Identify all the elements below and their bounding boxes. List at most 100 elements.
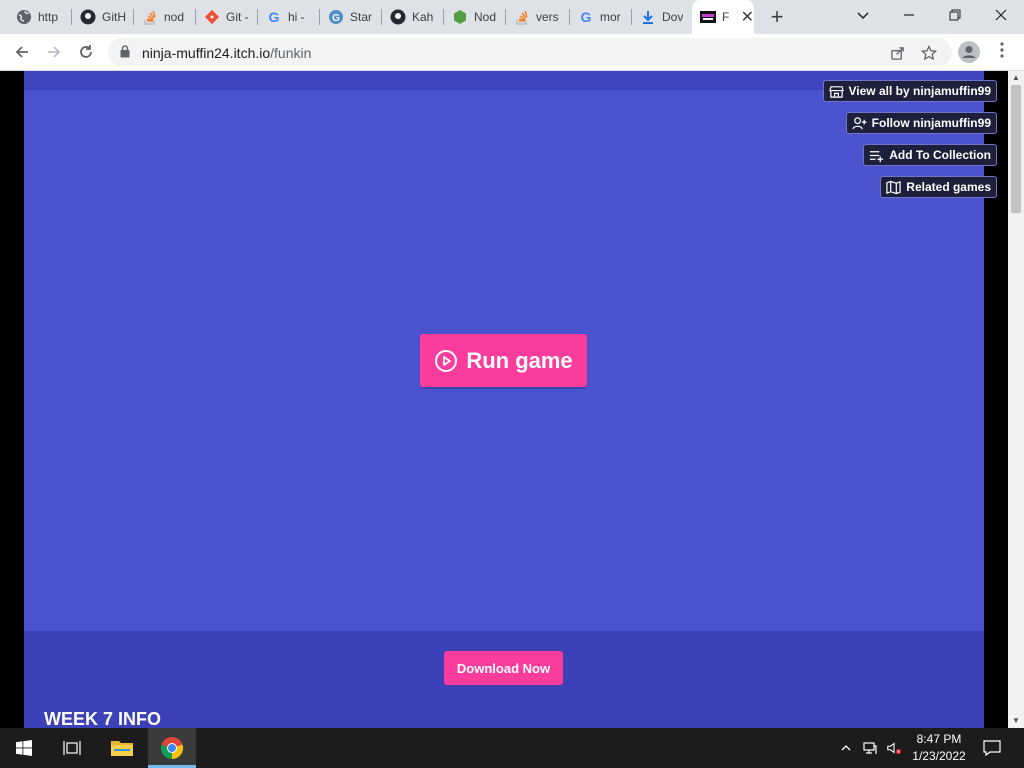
tab-title: Nod: [474, 10, 497, 24]
folder-icon: [111, 741, 133, 756]
download-icon: [640, 9, 656, 25]
browser-tab[interactable]: G Star: [320, 4, 380, 30]
lock-icon[interactable]: [120, 45, 130, 58]
github-icon: [390, 9, 406, 25]
close-icon: [995, 9, 1007, 21]
reload-button[interactable]: [74, 40, 98, 64]
tab-title: Git -: [226, 10, 249, 24]
close-window-button[interactable]: [978, 0, 1024, 30]
tab-title: mor: [600, 10, 621, 24]
network-icon[interactable]: [862, 740, 878, 756]
tab-title: vers: [536, 10, 559, 24]
browser-tab[interactable]: Git -: [196, 4, 256, 30]
stackoverflow-icon: [514, 9, 530, 25]
restore-button[interactable]: [932, 0, 978, 30]
tab-title: Dov: [662, 10, 684, 24]
chevron-down-icon: [857, 12, 869, 20]
browser-tab[interactable]: nod: [134, 4, 194, 30]
follow-label: Follow ninjamuffin99: [871, 116, 991, 130]
run-game-label: Run game: [466, 347, 573, 373]
add-collection-label: Add To Collection: [889, 148, 991, 162]
tab-title: Kah: [412, 10, 434, 24]
game-page-body: Download Now WEEK 7 INFO: [24, 631, 984, 728]
globe-icon: [16, 9, 32, 25]
browser-tab[interactable]: G mor: [570, 4, 630, 30]
related-games-button[interactable]: Related games: [880, 176, 997, 198]
page-scrollbar[interactable]: ▲ ▼: [1008, 71, 1024, 728]
download-now-button[interactable]: Download Now: [444, 651, 563, 685]
browser-tab[interactable]: Nod: [444, 4, 504, 30]
browser-tab[interactable]: GitH: [72, 4, 132, 30]
arrow-left-icon: [15, 46, 28, 58]
tab-title: nod: [164, 10, 185, 24]
notification-center-icon[interactable]: [983, 740, 1001, 756]
tab-search-button[interactable]: [840, 0, 886, 30]
view-all-by-author-button[interactable]: View all by ninjamuffin99: [822, 80, 997, 102]
task-view-button[interactable]: [48, 728, 96, 768]
profile-avatar[interactable]: [958, 41, 980, 63]
tab-title: Star: [350, 10, 373, 24]
reload-icon: [80, 45, 92, 58]
start-button[interactable]: [0, 728, 48, 768]
bookmark-star-icon[interactable]: [920, 44, 938, 62]
kebab-menu-icon: [1000, 42, 1004, 58]
address-bar[interactable]: ninja-muffin24.itch.io/funkin: [108, 38, 952, 66]
git-icon: [204, 9, 220, 25]
browser-tab[interactable]: Dov: [632, 4, 690, 30]
browser-menu-button[interactable]: [994, 41, 1010, 63]
arrow-right-icon: [48, 46, 61, 58]
fnf-icon: [700, 9, 716, 25]
clock-time: 8:47 PM: [916, 732, 962, 746]
show-hidden-icons-chevron-icon[interactable]: [838, 740, 854, 756]
back-button[interactable]: [10, 40, 34, 64]
browser-tab[interactable]: http: [8, 4, 70, 30]
section-heading: WEEK 7 INFO: [44, 709, 162, 728]
share-icon[interactable]: [888, 44, 906, 62]
minimize-button[interactable]: [886, 0, 932, 30]
restore-icon: [949, 9, 961, 21]
playlist-add-icon: [870, 150, 884, 162]
browser-tab-active[interactable]: F ✕: [692, 0, 754, 34]
svg-text:G: G: [332, 13, 340, 24]
tab-title: GitH: [102, 10, 126, 24]
windows-logo-icon: [16, 740, 32, 756]
url-path: /funkin: [270, 45, 312, 61]
chrome-taskbar-button[interactable]: [148, 728, 196, 768]
windows-taskbar: 8:47 PM 1/23/2022: [0, 728, 1024, 768]
taskbar-clock[interactable]: 8:47 PM 1/23/2022: [900, 731, 978, 765]
browser-tab[interactable]: G hi -: [258, 4, 318, 30]
run-game-button[interactable]: Run game: [420, 334, 587, 387]
add-to-collection-button[interactable]: Add To Collection: [863, 144, 997, 166]
chrome-icon: [161, 737, 184, 760]
clock-date: 1/23/2022: [912, 749, 966, 763]
browser-tab[interactable]: Kah: [382, 4, 442, 30]
related-label: Related games: [906, 180, 991, 194]
close-tab-icon[interactable]: ✕: [741, 7, 754, 27]
scroll-up-arrow-icon[interactable]: ▲: [1008, 71, 1024, 85]
tab-title: hi -: [288, 10, 305, 24]
map-icon: [886, 180, 901, 194]
url-text: ninja-muffin24.itch.io/funkin: [142, 45, 311, 61]
forward-button[interactable]: [42, 40, 66, 64]
url-domain: ninja-muffin24.itch.io: [142, 45, 271, 61]
google-icon: G: [268, 9, 280, 25]
github-icon: [80, 9, 96, 25]
storefront-icon: [828, 85, 844, 98]
task-view-icon: [63, 741, 81, 755]
scroll-down-arrow-icon[interactable]: ▼: [1008, 714, 1024, 728]
stackoverflow-icon: [142, 9, 158, 25]
tab-title: F: [722, 10, 729, 24]
browser-tabstrip: http GitH nod Git - G hi - G Star Kah No…: [0, 0, 1024, 34]
game-embed-frame: Run game: [24, 71, 984, 631]
follow-author-button[interactable]: Follow ninjamuffin99: [845, 112, 997, 134]
play-circle-icon: [435, 349, 458, 372]
browser-toolbar: ninja-muffin24.itch.io/funkin: [0, 34, 1024, 71]
person-icon: [962, 46, 976, 58]
file-explorer-button[interactable]: [98, 728, 146, 768]
scrollbar-thumb[interactable]: [1011, 85, 1021, 213]
browser-tab[interactable]: vers: [506, 4, 568, 30]
new-tab-button[interactable]: +: [765, 4, 789, 29]
page-viewport: Run game Download Now WEEK 7 INFO View a…: [0, 71, 1008, 728]
google-icon: G: [580, 9, 592, 25]
tab-title: http: [38, 10, 59, 24]
